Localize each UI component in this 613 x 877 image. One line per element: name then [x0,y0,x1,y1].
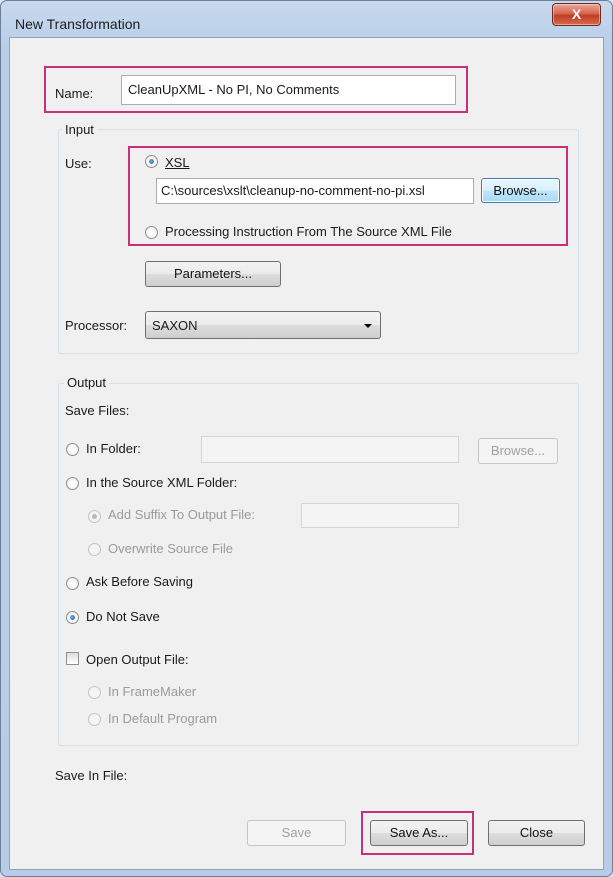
in-folder-label[interactable]: In Folder: [86,441,141,456]
xsl-path-field[interactable]: C:\sources\xslt\cleanup-no-comment-no-pi… [156,178,474,204]
output-group-title: Output [64,375,110,390]
pi-radio[interactable] [145,226,158,239]
pi-radio-label[interactable]: Processing Instruction From The Source X… [165,224,452,239]
save-as-button[interactable]: Save As... [370,820,468,846]
overwrite-label[interactable]: Overwrite Source File [108,541,233,556]
name-label: Name: [55,86,94,101]
ask-before-saving-label[interactable]: Ask Before Saving [86,574,193,589]
window-title: New Transformation [15,16,141,32]
open-output-checkbox[interactable] [66,652,79,665]
xsl-browse-button[interactable]: Browse... [481,178,560,203]
folder-path-field[interactable] [201,436,459,463]
in-framemaker-radio[interactable] [88,686,101,699]
overwrite-radio[interactable] [88,543,101,556]
ask-before-saving-radio[interactable] [66,577,79,590]
in-default-program-label[interactable]: In Default Program [108,711,217,726]
in-folder-radio[interactable] [66,443,79,456]
close-icon: X [571,6,582,22]
processor-dropdown[interactable]: SAXON [145,311,381,339]
in-source-folder-radio[interactable] [66,477,79,490]
in-source-folder-label[interactable]: In the Source XML Folder: [86,475,237,490]
close-button[interactable]: Close [488,820,585,846]
suffix-field[interactable] [301,503,459,528]
xsl-radio-label[interactable]: XSL [165,155,190,170]
dialog-content: Name: CleanUpXML - No PI, No Comments In… [9,37,604,870]
processor-value: SAXON [152,318,198,333]
use-label: Use: [65,156,92,171]
in-default-program-radio[interactable] [88,713,101,726]
dialog-window: New Transformation X Name: CleanUpXML - … [0,0,613,877]
add-suffix-label[interactable]: Add Suffix To Output File: [108,507,255,522]
parameters-button[interactable]: Parameters... [145,261,281,287]
save-files-label: Save Files: [65,403,130,418]
xsl-radio[interactable] [145,155,158,168]
processor-label: Processor: [65,318,128,333]
chevron-down-icon [364,324,372,328]
window-close-button[interactable]: X [552,3,601,26]
save-button[interactable]: Save [247,820,346,846]
input-group-title: Input [62,122,97,137]
folder-browse-button[interactable]: Browse... [478,438,558,464]
do-not-save-radio[interactable] [66,611,79,624]
name-field[interactable]: CleanUpXML - No PI, No Comments [121,75,456,105]
in-framemaker-label[interactable]: In FrameMaker [108,684,196,699]
add-suffix-radio[interactable] [88,510,101,523]
save-in-file-label: Save In File: [55,768,128,783]
do-not-save-label[interactable]: Do Not Save [86,609,160,624]
open-output-label[interactable]: Open Output File: [86,652,189,667]
